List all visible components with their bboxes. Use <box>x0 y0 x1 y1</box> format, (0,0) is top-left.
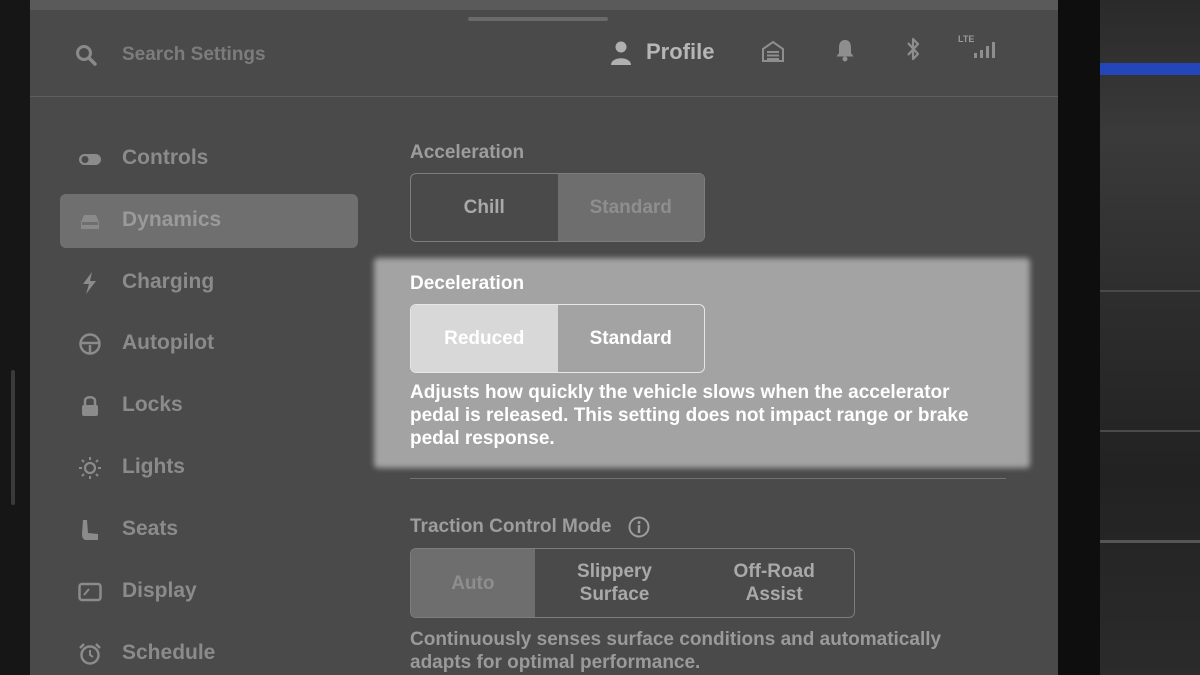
sidebar-item-label: Autopilot <box>122 331 215 354</box>
sidebar-item-label: Controls <box>122 146 209 169</box>
background-surroundings <box>1100 0 1200 675</box>
traction-control-description: Continuously senses surface conditions a… <box>410 629 942 673</box>
acceleration-option-chill[interactable]: Chill <box>411 174 558 241</box>
traction-control-title: Traction Control Mode <box>410 516 612 537</box>
traction-option-auto[interactable]: Auto <box>411 549 535 617</box>
sidebar-item-label: Charging <box>122 270 215 293</box>
settings-topbar: Search Settings Profile LTE <box>30 26 1058 97</box>
seat-icon <box>82 520 98 540</box>
touchscreen: Search Settings Profile LTE Controls Dyn… <box>30 0 1058 675</box>
sidebar-item-display[interactable]: Display <box>60 565 358 619</box>
bell-icon[interactable] <box>835 38 855 62</box>
steering-wheel-icon <box>79 333 101 355</box>
profile-button[interactable]: Profile <box>646 39 714 65</box>
sidebar-item-label: Schedule <box>122 641 216 664</box>
acceleration-title: Acceleration <box>410 142 525 163</box>
acceleration-option-standard[interactable]: Standard <box>557 174 704 241</box>
search-icon[interactable] <box>74 43 98 67</box>
sidebar-item-label: Locks <box>122 393 183 416</box>
section-divider <box>410 478 1006 479</box>
deceleration-title: Deceleration <box>410 273 525 294</box>
sidebar-item-locks[interactable]: Locks <box>60 379 358 433</box>
search-input[interactable]: Search Settings <box>122 44 266 66</box>
signal-strength-icon <box>974 42 995 58</box>
sidebar-item-charging[interactable]: Charging <box>60 256 358 310</box>
background-blue-stripe <box>1100 63 1200 75</box>
profile-icon[interactable] <box>610 40 632 66</box>
acceleration-segmented-control: Chill Standard <box>410 173 705 242</box>
sidebar-item-lights[interactable]: Lights <box>60 441 358 495</box>
background-line <box>1100 290 1200 292</box>
background-line <box>1100 430 1200 432</box>
deceleration-description: Adjusts how quickly the vehicle slows wh… <box>410 382 969 449</box>
network-type-label: LTE <box>958 34 975 44</box>
lock-icon <box>82 396 98 416</box>
display-bezel-right <box>1058 0 1100 675</box>
sidebar-item-label: Display <box>122 579 197 602</box>
sidebar-item-label: Lights <box>122 455 185 478</box>
sidebar-item-label: Dynamics <box>122 208 222 231</box>
traction-option-slippery-surface[interactable]: Slippery Surface <box>535 549 695 617</box>
deceleration-option-standard[interactable]: Standard <box>558 305 705 372</box>
sun-icon <box>79 457 101 479</box>
deceleration-segmented-control: Reduced Standard <box>410 304 705 373</box>
traction-control-segmented-control: Auto Slippery Surface Off-Road Assist <box>410 548 855 618</box>
info-icon[interactable] <box>628 516 650 538</box>
deceleration-option-reduced[interactable]: Reduced <box>411 305 558 372</box>
alarm-clock-icon <box>79 643 101 665</box>
sidebar-item-autopilot[interactable]: Autopilot <box>60 317 358 371</box>
top-status-strip <box>30 0 1058 10</box>
sidebar-item-controls[interactable]: Controls <box>60 132 358 186</box>
toggle-icon <box>79 154 101 165</box>
bluetooth-icon[interactable] <box>905 36 921 62</box>
sidebar-item-label: Seats <box>122 517 179 540</box>
car-icon <box>81 215 99 229</box>
traction-option-off-road-assist[interactable]: Off-Road Assist <box>694 549 854 617</box>
sidebar-item-dynamics[interactable]: Dynamics <box>60 194 358 248</box>
background-line <box>1100 540 1200 543</box>
bezel-ridge <box>11 370 15 505</box>
drag-handle[interactable] <box>468 17 608 21</box>
display-bezel-left <box>0 0 30 675</box>
bolt-icon <box>83 272 96 294</box>
display-icon <box>78 582 102 602</box>
sidebar-item-schedule[interactable]: Schedule <box>60 627 358 675</box>
sidebar-item-seats[interactable]: Seats <box>60 503 358 557</box>
garage-icon[interactable] <box>762 40 784 62</box>
